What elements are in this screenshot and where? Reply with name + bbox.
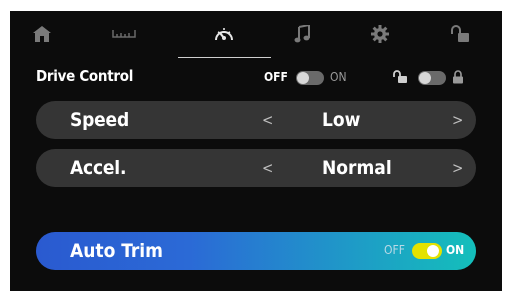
tab-bar <box>10 11 502 58</box>
accel-prev-button[interactable]: < <box>262 159 273 177</box>
lock-toggle-knob <box>419 72 431 84</box>
speed-next-button[interactable]: > <box>452 111 463 129</box>
drive-on-label: ON <box>330 70 347 84</box>
auto-trim-on-label: ON <box>446 243 465 257</box>
auto-trim-toggle[interactable] <box>412 243 442 259</box>
gear-icon <box>371 25 389 43</box>
speed-value: Low <box>322 109 361 131</box>
ruler-icon <box>112 30 136 38</box>
auto-trim-label: Auto Trim <box>70 240 163 262</box>
tab-drive[interactable] <box>204 11 244 57</box>
accel-next-button[interactable]: > <box>452 159 463 177</box>
drive-toggle[interactable] <box>296 71 324 85</box>
auto-trim-toggle-knob <box>427 245 439 257</box>
home-icon <box>33 26 51 42</box>
active-tab-indicator <box>178 57 271 58</box>
unlock-icon <box>393 70 407 83</box>
accel-label: Accel. <box>70 157 127 179</box>
lock-toggle[interactable] <box>418 71 446 85</box>
accel-value: Normal <box>322 157 392 179</box>
auto-trim-off-label: OFF <box>384 243 405 257</box>
tab-settings[interactable] <box>360 11 400 57</box>
lock-icon <box>453 70 463 84</box>
drive-control-header: Drive Control OFF ON <box>10 65 502 89</box>
accel-row[interactable]: Accel. < Normal > <box>36 149 476 187</box>
speed-label: Speed <box>70 109 129 131</box>
tab-home[interactable] <box>22 11 62 57</box>
tab-music[interactable] <box>282 11 322 57</box>
tab-lock[interactable] <box>440 11 480 57</box>
music-note-icon <box>294 25 310 43</box>
speed-prev-button[interactable]: < <box>262 111 273 129</box>
speed-row[interactable]: Speed < Low > <box>36 101 476 139</box>
auto-trim-row[interactable]: Auto Trim OFF ON <box>36 232 476 270</box>
unlock-icon <box>451 25 469 42</box>
screen: Drive Control OFF ON Speed < Low > Accel… <box>10 11 502 291</box>
page-title: Drive Control <box>36 67 134 85</box>
tab-ruler[interactable] <box>104 11 144 57</box>
drive-toggle-knob <box>297 72 309 84</box>
drive-off-label: OFF <box>264 70 288 84</box>
speedometer-icon <box>215 28 233 41</box>
